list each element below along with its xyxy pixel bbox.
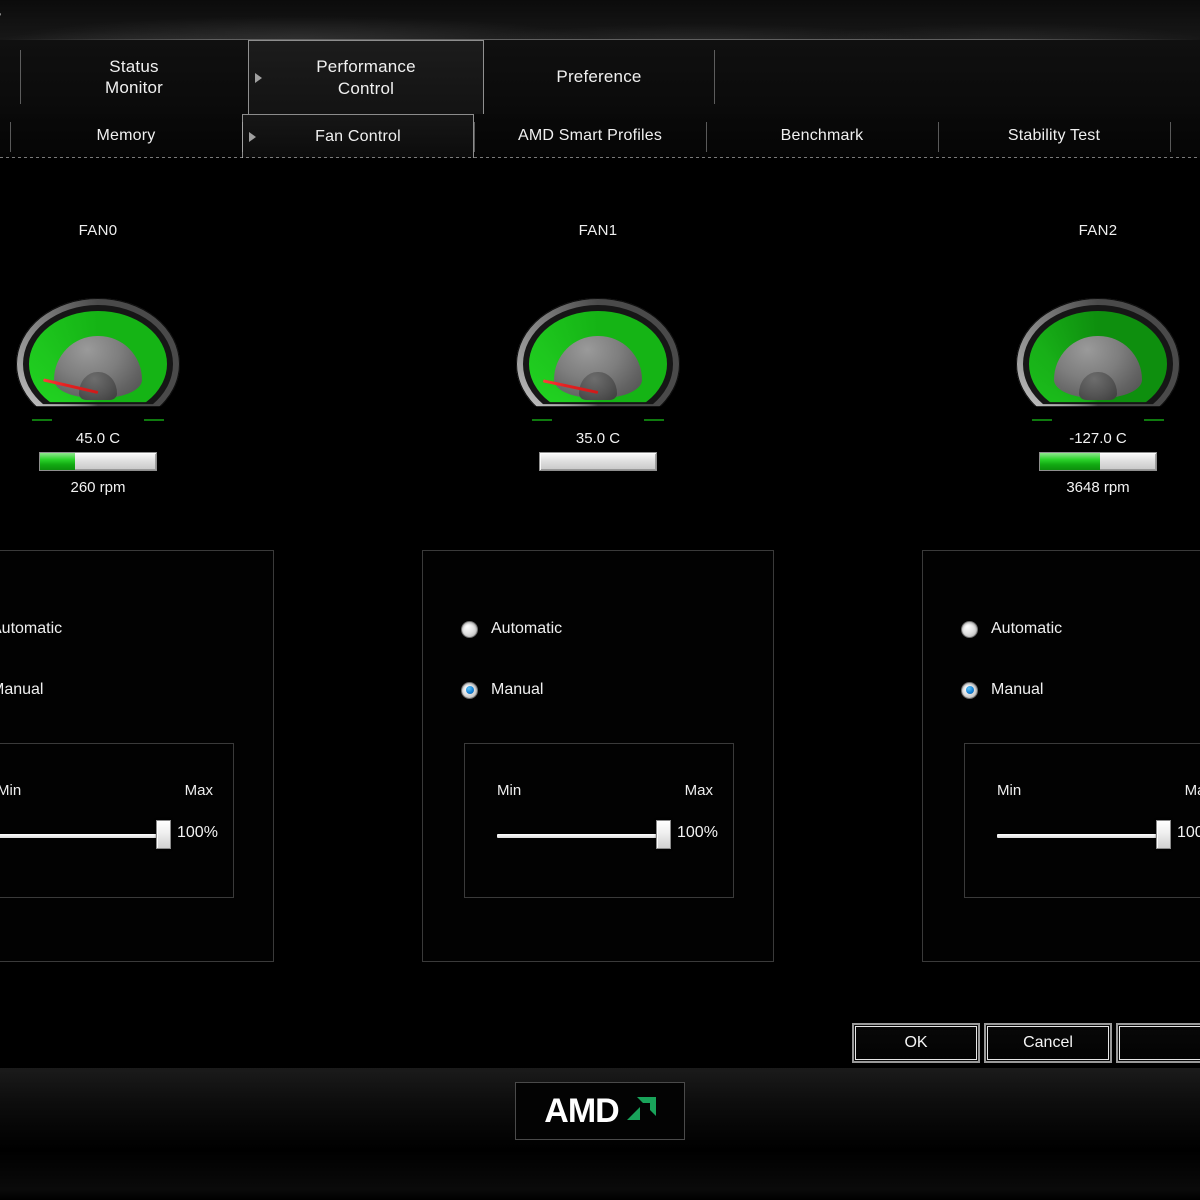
secondary-tab-0[interactable]: Memory <box>10 114 242 158</box>
fan-slider-minmax-1: Min Max <box>497 782 713 799</box>
amd-logo-text: AMD <box>544 1091 619 1130</box>
secondary-tab-separator-0 <box>10 122 11 152</box>
amd-overdrive-window: y Status MonitorPerformance ControlPrefe… <box>0 0 1200 1200</box>
secondary-tab-separator-5 <box>1170 122 1171 152</box>
header-clipped-title: y <box>0 8 1 24</box>
fan-slider-0[interactable] <box>0 820 171 849</box>
ok-button[interactable]: OK <box>854 1025 978 1061</box>
fan-speed-bar-0 <box>39 452 157 471</box>
extra-button[interactable] <box>1118 1025 1200 1061</box>
fan-temperature-0: 45.0 C <box>75 430 121 447</box>
primary-tab-2[interactable]: Preference <box>484 40 714 114</box>
fan-speed-bar-fill-2 <box>1040 453 1101 470</box>
fan-slider-value-1: 100% <box>677 824 718 841</box>
fan-gauge-1 <box>516 298 680 430</box>
fan-mode-panel-1: Automatic Manual Min Max 100% <box>422 550 774 962</box>
fan-0-mode-manual-label: Manual <box>0 681 44 698</box>
fan-1-mode-manual[interactable]: Manual <box>461 681 543 699</box>
fan-column-1: FAN1 35.0 C Automatic Manual Min Max 100% <box>348 158 848 1068</box>
secondary-tab-1[interactable]: Fan Control <box>242 114 474 158</box>
primary-tab-bar: Status Monitor Performance Control Prefere… <box>0 40 1200 114</box>
fan-2-mode-automatic[interactable]: Automatic <box>961 620 1062 638</box>
gauge-base-marks <box>16 418 180 421</box>
window-header-band: y <box>0 0 1200 39</box>
fan-slider-minmax-0: Min Max <box>0 782 213 799</box>
fan-slider-2[interactable] <box>997 820 1171 849</box>
dialog-button-row: OK Cancel <box>854 1025 1200 1061</box>
fan-title-2: FAN2 <box>1078 222 1118 239</box>
primary-tab-separator-0 <box>20 50 21 104</box>
fan-slider-track-1[interactable] <box>497 834 663 838</box>
footer-bar: AMD <box>0 1068 1200 1200</box>
fan-0-mode-automatic[interactable]: Automatic <box>0 620 62 638</box>
amd-logo: AMD <box>515 1082 685 1140</box>
gauge-base-marks <box>516 418 680 421</box>
fan-speed-bar-fill-0 <box>40 453 75 470</box>
fan-column-2: FAN2 -127.0 C 3648 rpm Automatic Manual Min Ma… <box>848 158 1200 1068</box>
fan-slider-min-label-2: Min <box>997 782 1022 799</box>
fan-2-mode-automatic-label: Automatic <box>991 620 1063 637</box>
primary-tab-separator-1 <box>714 50 715 104</box>
fan-slider-max-label-2: Max <box>1184 782 1200 799</box>
fan-slider-minmax-2: Min Max <box>997 782 1200 799</box>
fan-slider-thumb-0[interactable] <box>156 820 171 849</box>
fan-slider-box-2: Min Max 100% <box>964 743 1200 898</box>
fan-0-mode-automatic-label: Automatic <box>0 620 63 637</box>
fan-column-0: FAN0 45.0 C 260 rpm Automatic Manual Min Max 10… <box>0 158 348 1068</box>
fan-1-mode-automatic-label: Automatic <box>491 620 563 637</box>
fan-slider-thumb-2[interactable] <box>1156 820 1171 849</box>
fan-1-mode-automatic[interactable]: Automatic <box>461 620 562 638</box>
fan-slider-thumb-1[interactable] <box>656 820 671 849</box>
fan-slider-max-label-1: Max <box>684 782 713 799</box>
primary-tab-1[interactable]: Performance Control <box>248 40 484 114</box>
amd-arrow-icon <box>626 1096 656 1120</box>
fan-slider-track-0[interactable] <box>0 834 163 838</box>
fan-temperature-1: 35.0 C <box>575 430 621 447</box>
secondary-tab-separator-4 <box>938 122 939 152</box>
fan-speed-bar-2 <box>1039 452 1157 471</box>
fan-gauge-0 <box>16 298 180 430</box>
fan-mode-panel-0: Automatic Manual Min Max 100% <box>0 550 274 962</box>
fan-0-mode-manual[interactable]: Manual <box>0 681 43 699</box>
fan-slider-value-0: 100% <box>177 824 218 841</box>
fan-gauge-2 <box>1016 298 1180 430</box>
fan-2-mode-manual[interactable]: Manual <box>961 681 1043 699</box>
fan-slider-max-label-0: Max <box>184 782 213 799</box>
secondary-tab-separator-3 <box>706 122 707 152</box>
secondary-tab-3[interactable]: Benchmark <box>706 114 938 158</box>
fan-temperature-2: -127.0 C <box>1069 430 1127 447</box>
fan-slider-1[interactable] <box>497 820 671 849</box>
secondary-tab-bar: Memory Fan Control AMD Smart Profiles Bench… <box>0 114 1200 158</box>
fan-slider-track-2[interactable] <box>997 834 1163 838</box>
fan-rpm-label-0: 260 rpm <box>70 479 126 496</box>
fan-slider-box-0: Min Max 100% <box>0 743 234 898</box>
fan-2-mode-manual-label: Manual <box>991 681 1044 698</box>
fan-rpm-label-2: 3648 rpm <box>1066 479 1130 496</box>
secondary-tab-4[interactable]: Stability Test <box>938 114 1170 158</box>
fan-2-mode-manual-radio-icon[interactable] <box>961 681 978 699</box>
fan-1-mode-manual-radio-icon[interactable] <box>461 681 478 699</box>
fan-slider-box-1: Min Max 100% <box>464 743 734 898</box>
fan-2-mode-automatic-radio-icon[interactable] <box>961 620 978 638</box>
secondary-tab-separator-1 <box>242 122 243 152</box>
cancel-button[interactable]: Cancel <box>986 1025 1110 1061</box>
fan-speed-bar-1 <box>539 452 657 471</box>
secondary-tab-separator-2 <box>474 122 475 152</box>
fan-slider-min-label-0: Min <box>0 782 22 799</box>
secondary-tab-2[interactable]: AMD Smart Profiles <box>474 114 706 158</box>
fan-slider-value-2: 100% <box>1177 824 1200 841</box>
gauge-base-marks <box>1016 418 1180 421</box>
fan-mode-panel-2: Automatic Manual Min Max 100% <box>922 550 1200 962</box>
tab-selected-arrow-icon <box>255 72 262 83</box>
fan-1-mode-manual-label: Manual <box>491 681 544 698</box>
fan-slider-min-label-1: Min <box>497 782 522 799</box>
tab-selected-arrow-icon <box>249 131 256 142</box>
fan-title-1: FAN1 <box>578 222 618 239</box>
primary-tab-0[interactable]: Status Monitor <box>20 40 248 114</box>
fan-title-0: FAN0 <box>78 222 118 239</box>
fan-control-panel: FAN0 45.0 C 260 rpm Automatic Manual Min Max 10… <box>0 158 1200 1068</box>
fan-1-mode-automatic-radio-icon[interactable] <box>461 620 478 638</box>
